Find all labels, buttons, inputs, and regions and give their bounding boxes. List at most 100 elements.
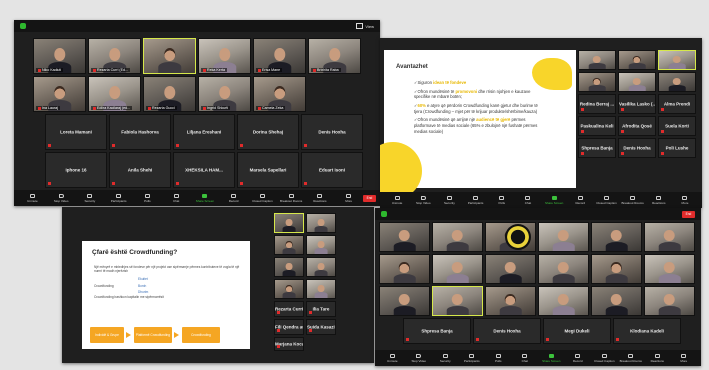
video-tile[interactable] [274, 213, 304, 233]
video-tile[interactable] [306, 279, 336, 299]
video-tile[interactable]: Ina Lauraj [33, 76, 86, 112]
name-tile[interactable]: Rezarta Curri [274, 301, 304, 317]
name-tile[interactable]: Paskualina Keli [578, 116, 616, 136]
chat-button[interactable]: Chat [512, 353, 539, 363]
unmute-button[interactable]: Unmute [384, 195, 410, 205]
video-tile[interactable] [143, 38, 196, 74]
video-tile[interactable] [379, 286, 430, 316]
video-tile[interactable]: Reka Kerta [198, 38, 251, 74]
name-tile[interactable]: Anila Shehi [109, 152, 171, 188]
more-button[interactable]: More [671, 353, 698, 363]
name-tile[interactable]: Denis Hoxha [473, 318, 541, 344]
reactions-button[interactable]: Reactions [306, 193, 335, 203]
participants-button[interactable]: Participants [104, 193, 133, 203]
more-button[interactable]: More [672, 195, 698, 205]
video-tile[interactable] [578, 72, 616, 92]
video-tile[interactable] [485, 286, 536, 316]
end-button[interactable]: End [682, 210, 695, 218]
video-tile[interactable] [432, 222, 483, 252]
name-tile[interactable]: Fabiola Hashorva [109, 114, 171, 150]
chat-button[interactable]: Chat [515, 195, 541, 205]
video-tile[interactable] [658, 50, 696, 70]
video-tile[interactable] [274, 257, 304, 277]
video-tile[interactable] [644, 286, 695, 316]
video-tile[interactable] [306, 213, 336, 233]
unmute-button[interactable]: Unmute [18, 193, 47, 203]
video-tile[interactable]: Ingrid Shkurti [198, 76, 251, 112]
video-tile[interactable] [591, 254, 642, 284]
reactions-button[interactable]: Reactions [646, 195, 672, 205]
video-tile[interactable]: Rezarta Gucci [143, 76, 196, 112]
name-tile[interactable]: Fili Qendra autiste [274, 319, 304, 335]
breakout-rooms-button[interactable]: Breakout Rooms [620, 195, 646, 205]
polls-button[interactable]: Polls [133, 193, 162, 203]
name-tile[interactable]: Dorina Shehaj [237, 114, 299, 150]
video-tile[interactable] [379, 222, 430, 252]
name-tile[interactable]: Shpresa Banja [403, 318, 471, 344]
video-tile[interactable] [618, 72, 656, 92]
view-icon[interactable]: View [356, 23, 374, 29]
stop-video-button[interactable]: Stop Video [406, 353, 433, 363]
name-tile[interactable]: Afrodita Qosé [618, 116, 656, 136]
unmute-button[interactable]: Unmute [379, 353, 406, 363]
name-tile[interactable]: Denis Hoxha [301, 114, 363, 150]
chat-button[interactable]: Chat [162, 193, 191, 203]
video-tile[interactable]: Brixhita Raba [308, 38, 361, 74]
name-tile[interactable]: Suela Korti [658, 116, 696, 136]
participants-button[interactable]: Participants [459, 353, 486, 363]
video-tile[interactable] [591, 222, 642, 252]
name-tile[interactable]: Vasilika Lasko (... [618, 94, 656, 114]
name-tile[interactable]: Iphone 16 [45, 152, 107, 188]
reactions-button[interactable]: Reactions [644, 353, 671, 363]
name-tile[interactable]: Poli Lushe [658, 138, 696, 158]
share-screen-button[interactable]: Share Screen [191, 193, 220, 203]
security-shield-icon[interactable] [20, 23, 26, 29]
record-button[interactable]: Record [567, 195, 593, 205]
video-tile[interactable]: Rezarta Curri (Ed... [88, 38, 141, 74]
video-tile[interactable]: Camela Zeka [253, 76, 306, 112]
more-button[interactable]: More [334, 193, 363, 203]
video-tile[interactable] [485, 254, 536, 284]
name-tile[interactable]: Ilia Tare [306, 301, 336, 317]
video-tile[interactable] [306, 235, 336, 255]
name-tile[interactable]: Liljana Ereshani [173, 114, 235, 150]
video-tile[interactable] [274, 279, 304, 299]
video-tile[interactable]: Erisa Mane [253, 38, 306, 74]
name-tile[interactable]: Suida Kasazi - Kr... [306, 319, 336, 335]
video-tile[interactable] [644, 222, 695, 252]
name-tile[interactable]: Marsela Sapellari [237, 152, 299, 188]
breakout-rooms-button[interactable]: Breakout Rooms [618, 353, 645, 363]
polls-button[interactable]: Polls [489, 195, 515, 205]
security-button[interactable]: Security [436, 195, 462, 205]
share-screen-button[interactable]: Share Screen [541, 195, 567, 205]
stop-video-button[interactable]: Stop Video [410, 195, 436, 205]
name-tile[interactable]: Shpresa Banja [578, 138, 616, 158]
name-tile[interactable]: Alma Prendi [658, 94, 696, 114]
closed-caption-button[interactable]: Closed Caption [593, 195, 619, 205]
video-tile[interactable] [644, 254, 695, 284]
video-tile[interactable] [618, 50, 656, 70]
video-tile[interactable] [538, 286, 589, 316]
name-tile[interactable]: Klodiana Kadeli [613, 318, 681, 344]
record-button[interactable]: Record [565, 353, 592, 363]
end-button[interactable]: End [363, 194, 376, 202]
video-tile[interactable]: Niko Kadiuti [33, 38, 86, 74]
video-tile[interactable] [432, 254, 483, 284]
video-tile[interactable] [432, 286, 483, 316]
polls-button[interactable]: Polls [485, 353, 512, 363]
security-button[interactable]: Security [76, 193, 105, 203]
video-tile[interactable] [538, 254, 589, 284]
video-tile[interactable] [658, 72, 696, 92]
video-tile[interactable] [306, 257, 336, 277]
name-tile[interactable]: Megi Dukeli [543, 318, 611, 344]
video-tile[interactable] [578, 50, 616, 70]
breakout-rooms-button[interactable]: Breakout Rooms [277, 193, 306, 203]
security-shield-icon[interactable] [381, 211, 387, 217]
stop-video-button[interactable]: Stop Video [47, 193, 76, 203]
name-tile[interactable]: XHEKSILA HAM... [173, 152, 235, 188]
name-tile[interactable]: Marjana Kocaku [274, 337, 304, 351]
video-tile[interactable] [274, 235, 304, 255]
video-tile[interactable] [379, 254, 430, 284]
participants-button[interactable]: Participants [463, 195, 489, 205]
video-tile[interactable] [538, 222, 589, 252]
